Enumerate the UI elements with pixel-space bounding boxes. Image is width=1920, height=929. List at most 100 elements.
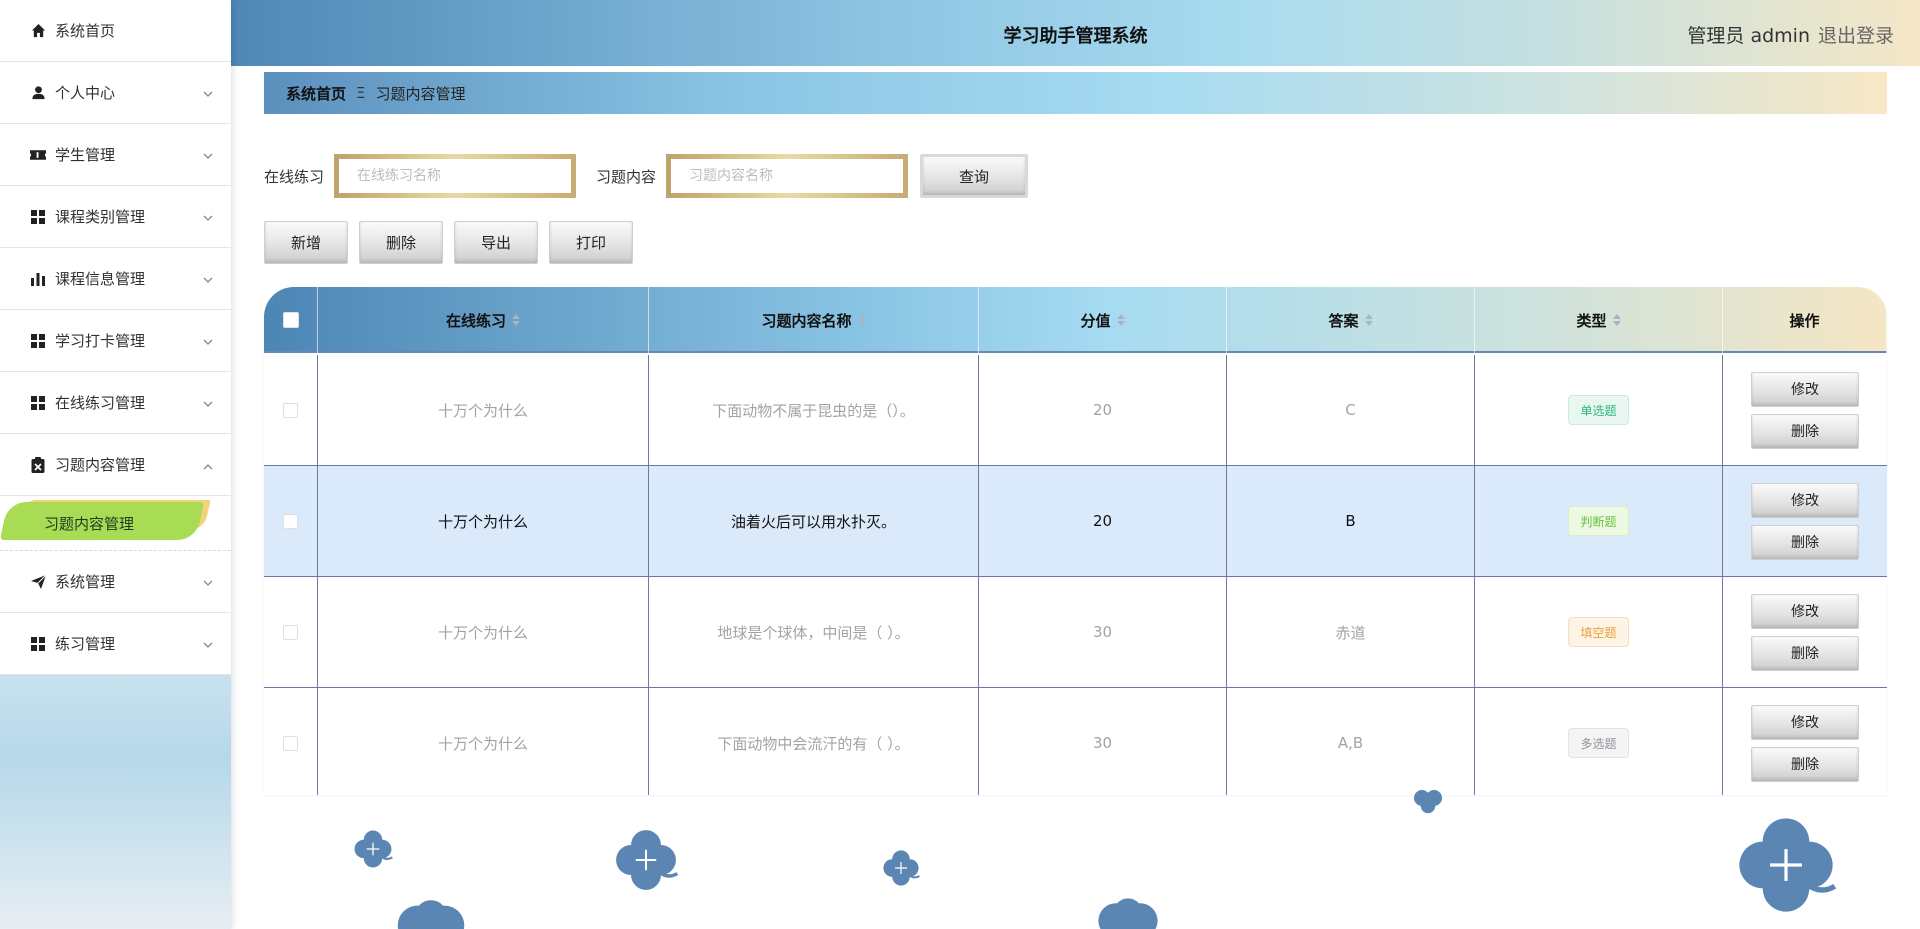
practice-search-input[interactable] [334, 154, 577, 198]
sidebar-item-home[interactable]: 系统首页 [0, 0, 231, 62]
clover-decoration-icon [354, 830, 393, 868]
type-badge: 判断题 [1568, 506, 1629, 536]
submenu-item-exercise-content[interactable]: 习题内容管理 [44, 513, 134, 534]
action-toolbar: 新增 删除 导出 打印 [264, 221, 633, 264]
type-cell: 单选题 [1475, 355, 1723, 465]
edit-button[interactable]: 修改 [1751, 704, 1859, 740]
table-row[interactable]: 十万个为什么 下面动物中会流汗的有（ ）。 30 A,B 多选题 修改 删除 [264, 688, 1887, 795]
delete-button[interactable]: 删除 [1751, 413, 1859, 449]
content-search-input[interactable] [666, 154, 909, 198]
sort-icon[interactable] [1612, 314, 1621, 326]
column-header-type[interactable]: 类型 [1475, 287, 1723, 353]
sidebar-item-course-info[interactable]: 课程信息管理 [0, 248, 231, 310]
sidebar-item-online-practice[interactable]: 在线练习管理 [0, 372, 231, 434]
breadcrumb-home[interactable]: 系统首页 [286, 83, 346, 104]
print-button[interactable]: 打印 [549, 221, 633, 264]
table-row[interactable]: 十万个为什么 油着火后可以用水扑灭。 20 B 判断题 修改 删除 [264, 466, 1887, 577]
column-header-label: 习题内容名称 [761, 311, 852, 330]
column-header-content[interactable]: 习题内容名称 [649, 287, 979, 353]
sidebar-item-students[interactable]: 学生管理 [0, 124, 231, 186]
type-cell: 判断题 [1475, 466, 1723, 576]
sidebar-item-course-category[interactable]: 课程类别管理 [0, 186, 231, 248]
sidebar-item-system[interactable]: 系统管理 [0, 551, 231, 613]
export-button[interactable]: 导出 [454, 221, 538, 264]
row-checkbox-cell [264, 688, 318, 795]
edit-button[interactable]: 修改 [1751, 593, 1859, 629]
select-all-checkbox[interactable] [282, 312, 299, 328]
chevron-down-icon [203, 394, 213, 412]
type-cell: 多选题 [1475, 688, 1723, 795]
batch-delete-button[interactable]: 删除 [359, 221, 443, 264]
clipboard-icon [30, 456, 46, 473]
table-row[interactable]: 十万个为什么 下面动物不属于昆虫的是（）。 20 C 单选题 修改 删除 [264, 355, 1887, 466]
column-header-label: 分值 [1080, 311, 1111, 330]
row-checkbox[interactable] [283, 402, 298, 418]
grid-icon [30, 209, 46, 225]
submenu-exercise-content: 习题内容管理 [0, 496, 231, 551]
edit-button[interactable]: 修改 [1751, 482, 1859, 518]
column-header-practice[interactable]: 在线练习 [318, 287, 649, 353]
add-button[interactable]: 新增 [264, 221, 348, 264]
practice-search-label: 在线练习 [264, 167, 325, 186]
clover-decoration-icon [1739, 818, 1837, 912]
send-icon [30, 574, 46, 590]
chevron-down-icon [203, 332, 213, 350]
home-icon [30, 23, 46, 39]
row-checkbox[interactable] [283, 735, 298, 751]
sidebar-item-label: 练习管理 [55, 635, 116, 653]
column-header-label: 答案 [1328, 311, 1359, 330]
exercise-table: 在线练习 习题内容名称 分值 答案 类型 操作 十万个为什么 下面动物不属于昆虫… [264, 287, 1887, 795]
clover-decoration-icon [616, 830, 679, 890]
sidebar-item-exercise-content[interactable]: 习题内容管理 [0, 434, 231, 496]
sort-icon[interactable] [857, 314, 866, 326]
edit-button[interactable]: 修改 [1751, 371, 1859, 407]
column-header-score[interactable]: 分值 [979, 287, 1227, 353]
score-cell: 30 [979, 688, 1227, 795]
row-checkbox-cell [264, 466, 318, 576]
practice-cell: 十万个为什么 [318, 688, 649, 795]
breadcrumb: 系统首页 Ξ 习题内容管理 [264, 72, 1887, 114]
table-header: 在线练习 习题内容名称 分值 答案 类型 操作 [264, 287, 1887, 353]
row-checkbox[interactable] [283, 513, 298, 529]
actions-cell: 修改 删除 [1723, 466, 1887, 576]
column-header-actions: 操作 [1723, 287, 1887, 353]
sort-icon[interactable] [512, 314, 520, 326]
content-cell: 地球是个球体，中间是（ ）。 [649, 577, 979, 687]
column-header-answer[interactable]: 答案 [1227, 287, 1475, 353]
sort-icon[interactable] [1116, 314, 1125, 326]
sort-icon[interactable] [1364, 314, 1373, 326]
chevron-down-icon [203, 573, 213, 591]
sidebar-item-practice[interactable]: 练习管理 [0, 613, 231, 675]
row-checkbox[interactable] [283, 624, 298, 640]
grid-icon [30, 636, 46, 652]
chevron-down-icon [203, 635, 213, 653]
user-icon [30, 85, 46, 101]
logout-link[interactable]: 退出登录 [1818, 21, 1894, 48]
score-cell: 20 [979, 355, 1227, 465]
table-row[interactable]: 十万个为什么 地球是个球体，中间是（ ）。 30 赤道 填空题 修改 删除 [264, 577, 1887, 688]
sidebar-item-profile[interactable]: 个人中心 [0, 62, 231, 124]
delete-button[interactable]: 删除 [1751, 524, 1859, 560]
clover-decoration-icon [397, 900, 465, 929]
answer-cell: C [1227, 355, 1475, 465]
delete-button[interactable]: 删除 [1751, 746, 1859, 782]
actions-cell: 修改 删除 [1723, 355, 1887, 465]
chevron-down-icon [203, 208, 213, 226]
ticket-icon [30, 147, 46, 163]
chevron-down-icon [203, 270, 213, 288]
query-button[interactable]: 查询 [920, 154, 1029, 198]
sidebar-item-label: 个人中心 [55, 84, 116, 102]
practice-cell: 十万个为什么 [318, 577, 649, 687]
row-checkbox-cell [264, 577, 318, 687]
type-cell: 填空题 [1475, 577, 1723, 687]
top-header: 学习助手管理系统 管理员 admin 退出登录 [231, 0, 1920, 66]
content-cell: 下面动物不属于昆虫的是（）。 [649, 355, 979, 465]
score-cell: 30 [979, 577, 1227, 687]
sidebar-item-label: 学生管理 [55, 146, 116, 164]
type-badge: 多选题 [1568, 728, 1629, 758]
content-search-label: 习题内容 [596, 167, 657, 186]
sidebar-item-label: 课程类别管理 [55, 208, 146, 226]
delete-button[interactable]: 删除 [1751, 635, 1859, 671]
current-user: 管理员 admin [1687, 25, 1810, 47]
sidebar-item-checkin[interactable]: 学习打卡管理 [0, 310, 231, 372]
